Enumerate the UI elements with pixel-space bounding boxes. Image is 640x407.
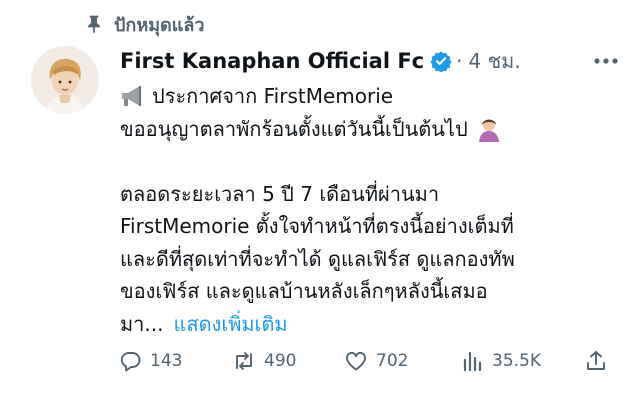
views-icon (463, 351, 482, 372)
header-separator: · (456, 49, 463, 73)
views-count: 35.5K (492, 351, 541, 371)
tweet-line-1: ประกาศจาก FirstMemorie (152, 84, 394, 108)
person-bowing-icon (478, 118, 499, 142)
like-count: 702 (376, 351, 409, 371)
reply-button[interactable]: 143 (118, 344, 182, 378)
more-options-button[interactable] (588, 48, 624, 74)
tweet-line-3 (120, 145, 620, 178)
megaphone-icon (122, 86, 141, 107)
tweet-line-7: ของเฟิร์ส และดูแลบ้านหลังเล็กๆหลังนี้เสม… (120, 279, 488, 303)
pin-icon (88, 15, 100, 34)
more-options-icon (594, 58, 618, 64)
like-icon (346, 352, 366, 371)
tweet-header: First Kanaphan Official Fc · 4 ชม. (120, 45, 521, 77)
author-name[interactable]: First Kanaphan Official Fc (120, 49, 424, 73)
tweet-line-2: ขออนุญาตลาพักร้อนตั้งแต่วันนี้เป็นต้นไป (120, 116, 468, 141)
action-bar: 143 490 702 35.5K (118, 344, 612, 378)
repost-count: 490 (264, 351, 297, 371)
tweet-line-5: FirstMemorie ตั้งใจทำหน้าที่ตรงนี้อย่างเ… (120, 214, 514, 238)
show-more-link[interactable]: แสดงเพิ่มเติม (174, 308, 288, 341)
reply-count: 143 (150, 351, 183, 371)
pinned-label: ปักหมุดแล้ว (114, 14, 205, 36)
tweet-line-8: มา... (120, 311, 164, 336)
share-button[interactable] (584, 344, 616, 378)
repost-button[interactable]: 490 (232, 344, 296, 378)
timestamp[interactable]: 4 ชม. (468, 45, 520, 77)
share-icon (587, 351, 605, 370)
tweet-text: ประกาศจาก FirstMemorie ขออนุญาตลาพักร้อน… (120, 80, 620, 340)
repost-icon (236, 352, 252, 370)
tweet-line-6: และดีที่สุดเท่าที่จะทำได้ ดูแลเฟิร์ส ดูแ… (120, 246, 515, 271)
tweet-line-4: ตลอดระยะเวลา 5 ปี 7 เดือนที่ผ่านมา (120, 181, 440, 206)
like-button[interactable]: 702 (344, 344, 408, 378)
verified-badge-icon[interactable] (430, 50, 452, 72)
reply-icon (120, 352, 141, 372)
avatar[interactable] (31, 46, 99, 114)
views-button[interactable]: 35.5K (460, 344, 541, 378)
pinned-indicator: ปักหมุดแล้ว (84, 10, 204, 38)
